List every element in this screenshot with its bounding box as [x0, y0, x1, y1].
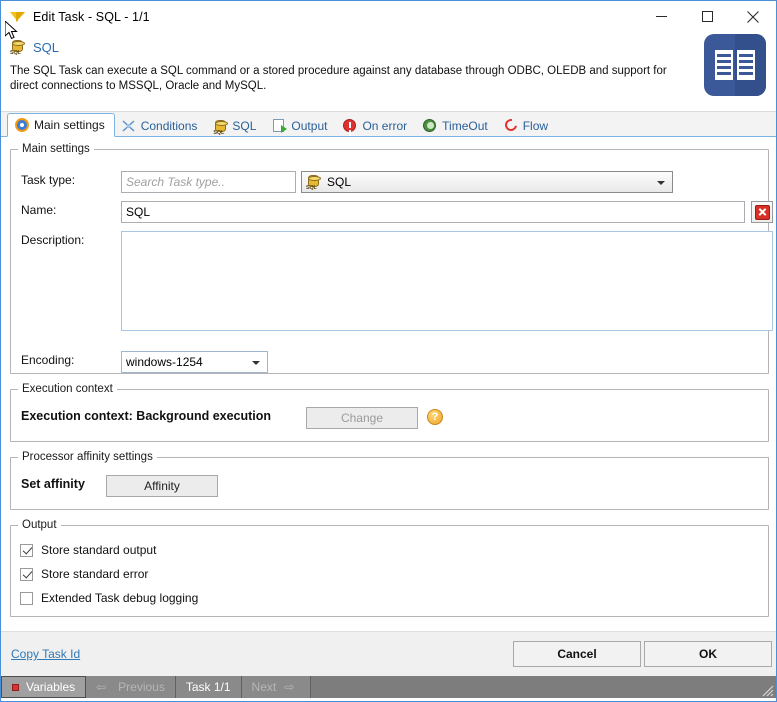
execution-context-group: Execution context Execution context: Bac… [10, 383, 769, 442]
tab-main-settings[interactable]: Main settings [7, 113, 115, 137]
checkbox-label: Store standard output [41, 543, 157, 557]
previous-task-button[interactable]: ⇦ Previous [86, 676, 176, 698]
tab-label: Main settings [34, 118, 105, 132]
output-group: Output Store standard output Store stand… [10, 519, 769, 617]
task-description-text: The SQL Task can execute a SQL command o… [10, 65, 667, 92]
encoding-combobox[interactable]: windows-1254 [121, 351, 268, 373]
name-input[interactable] [121, 201, 745, 223]
app-logo-icon [10, 9, 26, 25]
output-export-icon [271, 118, 288, 134]
task-header: SQL SQL The SQL Task can execute a SQL c… [1, 32, 776, 112]
flow-arrow-icon [502, 116, 520, 134]
next-label: Next [251, 680, 277, 694]
conditions-icon [121, 118, 137, 134]
checkbox-icon [20, 591, 33, 605]
task-type-search-input[interactable] [121, 171, 296, 193]
group-legend: Execution context [22, 383, 113, 395]
encoding-label: Encoding: [21, 353, 75, 367]
task-type-title: SQL [33, 39, 60, 55]
cancel-button[interactable]: Cancel [513, 641, 641, 667]
copy-task-id-link[interactable]: Copy Task Id [11, 647, 80, 661]
window-controls [638, 1, 776, 32]
task-type-selected-value: SQL [327, 175, 352, 189]
status-bar: Variables ⇦ Previous Task 1/1 Next ⇨ [1, 676, 776, 698]
tab-timeout[interactable]: TimeOut [416, 114, 497, 137]
processor-affinity-group: Processor affinity settings Set affinity… [10, 451, 769, 510]
gear-icon [14, 117, 30, 133]
close-button[interactable] [730, 1, 776, 32]
dialog-body: Main settings Task type: SQL SQL Name: D… [1, 137, 776, 631]
tab-flow[interactable]: Flow [497, 114, 557, 137]
task-counter: Task 1/1 [175, 676, 242, 698]
arrow-left-icon: ⇦ [96, 680, 107, 694]
error-exclamation-icon [342, 118, 358, 134]
tab-sql[interactable]: SQL SQL [206, 114, 265, 137]
arrow-right-icon: ⇨ [284, 680, 295, 694]
tab-label: Output [291, 118, 328, 133]
dialog-footer: Copy Task Id Cancel OK [1, 631, 776, 676]
maximize-button[interactable] [684, 1, 730, 32]
tab-label: SQL [232, 118, 257, 133]
red-close-icon [754, 204, 770, 220]
chevron-down-icon [252, 361, 260, 365]
sql-database-icon: SQL [10, 39, 26, 56]
variables-button[interactable]: Variables [1, 676, 87, 698]
status-bar-filler [311, 676, 776, 698]
change-execution-context-button[interactable]: Change [306, 407, 418, 429]
checkbox-store-standard-output[interactable]: Store standard output [20, 543, 156, 557]
sql-database-icon: SQL [212, 118, 229, 136]
next-task-button[interactable]: Next ⇨ [241, 676, 312, 698]
task-type-combobox[interactable]: SQL SQL [301, 171, 673, 193]
help-question-icon[interactable]: ? [427, 409, 443, 425]
sql-database-icon: SQL [306, 174, 322, 191]
ok-button[interactable]: OK [644, 641, 772, 667]
group-legend: Output [22, 519, 57, 531]
execution-context-status: Execution context: Background execution [21, 409, 272, 423]
tab-output[interactable]: Output [265, 114, 336, 137]
tab-label: Flow [522, 118, 549, 133]
group-legend: Main settings [22, 143, 90, 155]
edit-task-dialog: Edit Task - SQL - 1/1 SQL SQL The SQL Ta… [0, 0, 777, 702]
name-label: Name: [21, 203, 57, 217]
checkbox-icon [20, 567, 33, 581]
book-documentation-icon[interactable] [704, 34, 766, 96]
set-affinity-label: Set affinity [21, 477, 85, 491]
variables-label: Variables [26, 680, 76, 694]
description-label: Description: [21, 233, 85, 247]
tab-label: On error [362, 118, 408, 133]
variables-icon [12, 683, 19, 691]
checkbox-icon [20, 543, 33, 557]
description-textarea[interactable] [121, 231, 773, 331]
window-title: Edit Task - SQL - 1/1 [33, 9, 150, 24]
checkbox-label: Store standard error [41, 567, 149, 581]
chevron-down-icon [657, 181, 665, 185]
tab-label: Conditions [140, 118, 198, 133]
group-legend: Processor affinity settings [22, 451, 153, 463]
resize-grip-icon[interactable] [760, 683, 774, 697]
tab-on-error[interactable]: On error [336, 114, 416, 137]
window-titlebar: Edit Task - SQL - 1/1 [1, 1, 776, 32]
checkbox-label: Extended Task debug logging [41, 591, 199, 605]
minimize-button[interactable] [638, 1, 684, 32]
clear-name-button[interactable] [751, 201, 773, 223]
checkbox-extended-task-debug-logging[interactable]: Extended Task debug logging [20, 591, 198, 605]
tab-conditions[interactable]: Conditions [115, 114, 207, 137]
previous-label: Previous [118, 680, 165, 694]
tab-label: TimeOut [442, 118, 488, 133]
tab-bar: Main settings Conditions SQL SQL Output … [1, 112, 776, 137]
timeout-clock-icon [422, 118, 438, 134]
checkbox-store-standard-error[interactable]: Store standard error [20, 567, 148, 581]
main-settings-group: Main settings Task type: SQL SQL Name: D… [10, 143, 773, 374]
task-counter-label: Task 1/1 [185, 680, 231, 694]
encoding-selected-value: windows-1254 [126, 355, 203, 369]
task-type-label: Task type: [21, 173, 76, 187]
affinity-button[interactable]: Affinity [106, 475, 218, 497]
